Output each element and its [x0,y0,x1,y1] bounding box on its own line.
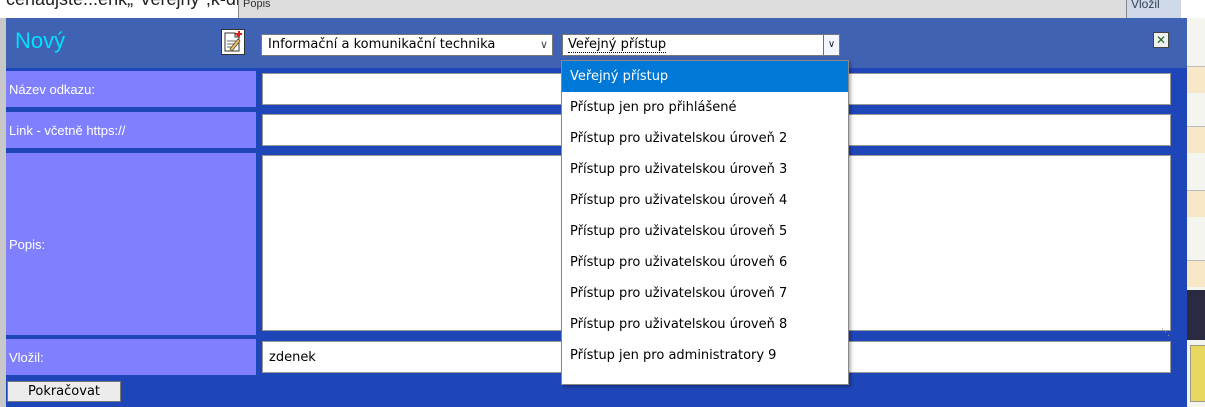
form-title: Nový [15,28,66,53]
background-header-text: čenaujstě...enk„"Veřejný",k-dl ... [6,0,260,10]
dropdown-option-public[interactable]: Veřejný přístup [562,61,848,92]
background-vlozil-column: Vložil [1126,0,1181,18]
description-label: Popis: [6,153,256,335]
dropdown-option-admin[interactable]: Přístup jen pro administratory 9 [562,340,848,371]
name-label: Název odkazu: [6,71,256,107]
dropdown-option-level-3[interactable]: Přístup pro uživatelskou úroveň 3 [562,154,848,185]
chevron-down-icon: ∨ [539,38,548,51]
background-row [1187,260,1205,287]
background-row [1187,66,1205,93]
access-select[interactable]: Veřejný přístup ∨ [562,34,840,56]
background-row [1187,190,1205,217]
background-popis-column: Popis [238,0,1129,18]
background-dark-block [1187,290,1205,340]
background-yellow-note [1190,345,1205,402]
resize-handle-icon[interactable]: ⋱ [1161,328,1170,338]
dropdown-option-level-4[interactable]: Přístup pro uživatelskou úroveň 4 [562,185,848,216]
dropdown-option-level-7[interactable]: Přístup pro uživatelskou úroveň 7 [562,278,848,309]
access-dropdown-list: Veřejný přístup Přístup jen pro přihláše… [561,60,849,385]
background-row [1187,126,1205,153]
access-select-value: Veřejný přístup [568,37,667,53]
dropdown-option-logged-in[interactable]: Přístup jen pro přihlášené [562,92,848,123]
dropdown-option-level-8[interactable]: Přístup pro uživatelskou úroveň 8 [562,309,848,340]
chevron-down-icon[interactable]: ∨ [823,35,839,55]
author-label: Vložil: [6,339,256,375]
dropdown-option-level-6[interactable]: Přístup pro uživatelskou úroveň 6 [562,247,848,278]
dropdown-option-level-2[interactable]: Přístup pro uživatelskou úroveň 2 [562,123,848,154]
link-label: Link - včetně https:// [6,112,256,148]
category-select[interactable]: Informační a komunikační technika ∨ [261,34,553,56]
continue-button[interactable]: Pokračovat [7,381,121,402]
new-document-icon[interactable] [221,29,245,55]
close-icon[interactable]: ✕ [1153,32,1169,48]
category-select-value: Informační a komunikační technika [268,37,496,52]
dropdown-option-level-5[interactable]: Přístup pro uživatelskou úroveň 5 [562,216,848,247]
background-page-header: čenaujstě...enk„"Veřejný",k-dl ... Popis… [0,0,1205,18]
